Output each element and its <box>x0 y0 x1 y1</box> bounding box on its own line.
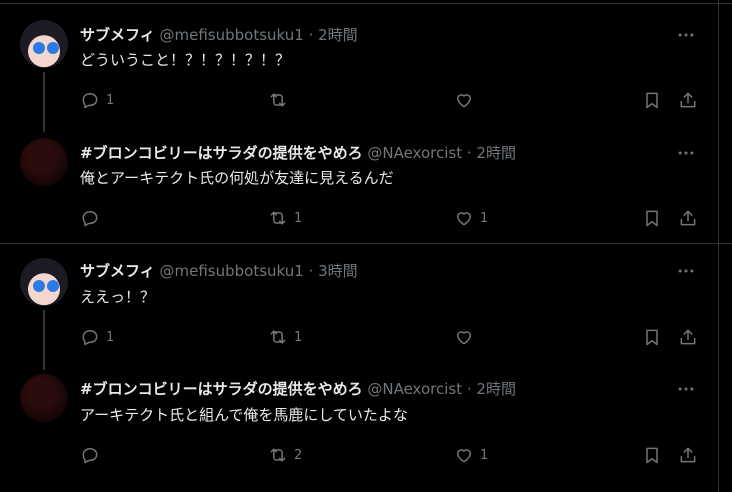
tweet[interactable]: サブメフィ @mefisubbotsuku1 · 3時間 ええっ！？ 1 1 <box>0 246 718 370</box>
more-icon[interactable] <box>676 379 700 399</box>
divider <box>0 243 732 244</box>
retweet-icon <box>270 211 286 225</box>
avatar[interactable] <box>20 20 68 68</box>
share-button[interactable] <box>678 443 698 467</box>
avatar[interactable] <box>20 258 68 306</box>
timestamp[interactable]: · 2時間 <box>467 144 516 162</box>
reply-icon <box>82 330 98 346</box>
reply-button[interactable]: 1 <box>80 325 114 349</box>
retweet-button[interactable]: 1 <box>268 325 302 349</box>
heart-icon <box>457 94 471 108</box>
share-button[interactable] <box>678 325 698 349</box>
bookmark-button[interactable] <box>642 443 662 467</box>
reply-count: 1 <box>106 329 115 345</box>
handle[interactable]: @NAexorcist <box>367 144 462 162</box>
column-border <box>718 0 719 492</box>
handle[interactable]: @NAexorcist <box>367 380 462 398</box>
like-button[interactable] <box>454 325 480 349</box>
retweet-count: 1 <box>294 329 303 345</box>
reply-icon <box>82 448 98 464</box>
share-icon <box>680 447 696 463</box>
bookmark-icon <box>646 210 658 227</box>
retweet-button[interactable]: 1 <box>268 206 302 230</box>
handle[interactable]: @mefisubbotsuku1 <box>159 26 303 44</box>
timeline: サブメフィ @mefisubbotsuku1 · 2時間 どういうこと！？！？！… <box>0 0 732 492</box>
tweet-header: #ブロンコビリーはサラダの提供をやめろ @NAexorcist · 2時間 <box>80 379 516 399</box>
bookmark-button[interactable] <box>642 88 662 112</box>
bookmark-button[interactable] <box>642 325 662 349</box>
more-icon[interactable] <box>676 261 700 281</box>
avatar-eye <box>47 280 59 292</box>
tweet-actions: 1 1 <box>78 325 702 349</box>
tweet-header: サブメフィ @mefisubbotsuku1 · 3時間 <box>80 261 358 281</box>
tweet-header: サブメフィ @mefisubbotsuku1 · 2時間 <box>80 25 358 45</box>
display-name[interactable]: #ブロンコビリーはサラダの提供をやめろ <box>80 380 363 398</box>
tweet-actions: 1 1 <box>78 206 702 230</box>
like-button[interactable]: 1 <box>454 206 488 230</box>
tweet-header: #ブロンコビリーはサラダの提供をやめろ @NAexorcist · 2時間 <box>80 143 516 163</box>
heart-icon <box>457 212 471 226</box>
share-button[interactable] <box>678 206 698 230</box>
tweet[interactable]: #ブロンコビリーはサラダの提供をやめろ @NAexorcist · 2時間 俺と… <box>0 126 718 244</box>
heart-icon <box>457 449 471 463</box>
share-icon <box>680 92 696 108</box>
retweet-icon <box>270 330 286 344</box>
like-count: 1 <box>480 447 489 463</box>
reply-button[interactable]: 1 <box>80 88 114 112</box>
reply-count: 1 <box>106 92 115 108</box>
timestamp[interactable]: · 2時間 <box>309 26 358 44</box>
reply-icon <box>82 211 98 227</box>
share-icon <box>680 329 696 345</box>
tweet-text: どういうこと！？！？！？！？ <box>80 51 291 69</box>
share-icon <box>680 210 696 226</box>
display-name[interactable]: サブメフィ <box>80 26 155 44</box>
display-name[interactable]: サブメフィ <box>80 262 155 280</box>
like-button[interactable]: 1 <box>454 443 488 467</box>
bookmark-button[interactable] <box>642 206 662 230</box>
tweet-actions: 1 <box>78 88 702 112</box>
tweet-actions: 2 1 <box>78 443 702 467</box>
thread-line <box>43 72 45 132</box>
more-icon[interactable] <box>676 25 700 45</box>
reply-button[interactable] <box>80 206 106 230</box>
heart-icon <box>457 331 471 345</box>
reply-button[interactable] <box>80 443 106 467</box>
thread-line <box>43 310 45 370</box>
retweet-count: 2 <box>294 447 303 463</box>
avatar[interactable] <box>20 374 68 422</box>
more-icon[interactable] <box>676 143 700 163</box>
timestamp[interactable]: · 3時間 <box>309 262 358 280</box>
bookmark-icon <box>646 329 658 346</box>
like-button[interactable] <box>454 88 480 112</box>
tweet-text: 俺とアーキテクト氏の何処が友達に見えるんだ <box>80 169 394 187</box>
divider <box>0 3 732 4</box>
avatar-eye <box>47 42 59 54</box>
retweet-button[interactable]: 2 <box>268 443 302 467</box>
tweet[interactable]: #ブロンコビリーはサラダの提供をやめろ @NAexorcist · 2時間 アー… <box>0 362 718 480</box>
avatar-eye <box>33 280 45 292</box>
timestamp[interactable]: · 2時間 <box>467 380 516 398</box>
avatar-eye <box>33 42 45 54</box>
share-button[interactable] <box>678 88 698 112</box>
avatar[interactable] <box>20 138 68 186</box>
retweet-count: 1 <box>294 210 303 226</box>
retweet-icon <box>270 93 286 107</box>
tweet[interactable]: サブメフィ @mefisubbotsuku1 · 2時間 どういうこと！？！？！… <box>0 8 718 132</box>
tweet-text: アーキテクト氏と組んで俺を馬鹿にしていたよな <box>80 406 408 424</box>
bookmark-icon <box>646 92 658 109</box>
handle[interactable]: @mefisubbotsuku1 <box>159 262 303 280</box>
retweet-icon <box>270 448 286 462</box>
bookmark-icon <box>646 447 658 464</box>
reply-icon <box>82 93 98 109</box>
display-name[interactable]: #ブロンコビリーはサラダの提供をやめろ <box>80 144 363 162</box>
tweet-text: ええっ！？ <box>80 288 156 306</box>
like-count: 1 <box>480 210 489 226</box>
retweet-button[interactable] <box>268 88 294 112</box>
